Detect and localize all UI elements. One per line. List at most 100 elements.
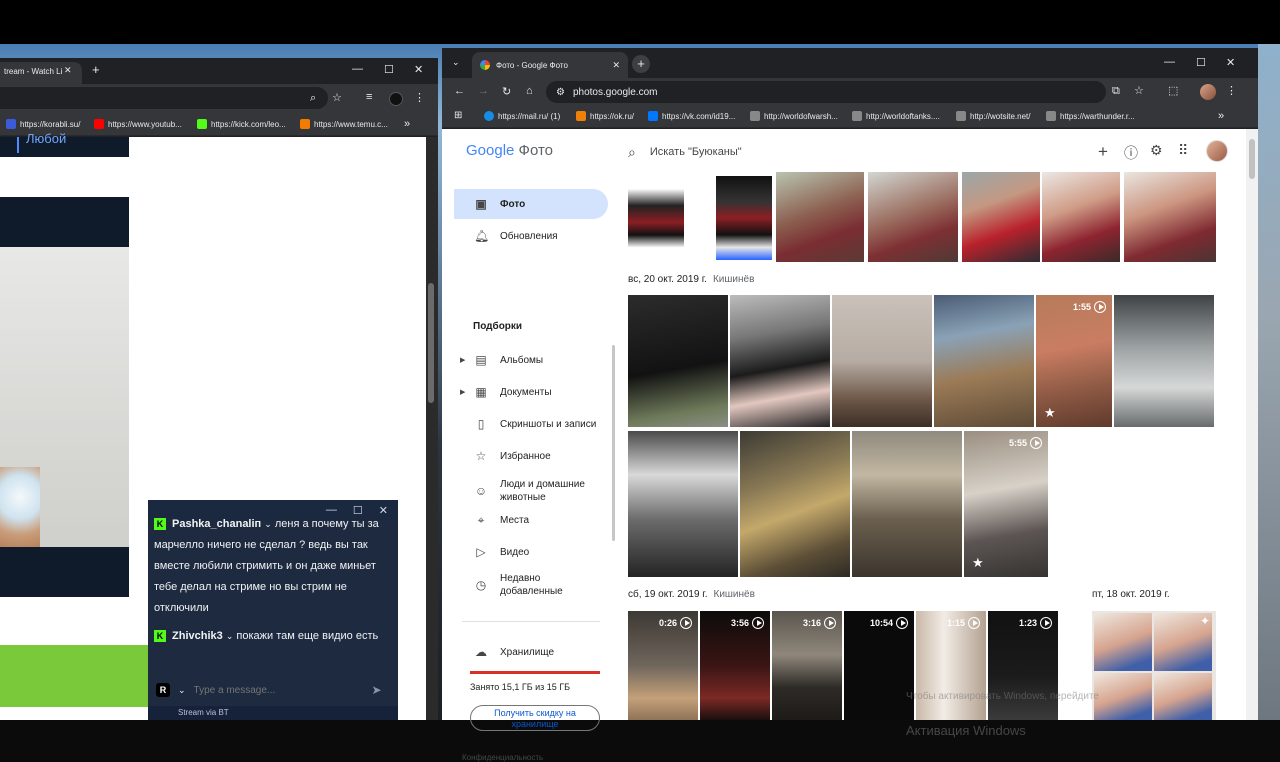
forward-icon[interactable]: → — [478, 85, 489, 97]
settings-icon[interactable]: ⚙ — [1150, 142, 1163, 159]
photo-thumbnail[interactable] — [628, 295, 728, 427]
bookmark-item[interactable]: https://kick.com/leo... — [197, 119, 286, 129]
bookmark-item[interactable]: http://worldoftanks.... — [852, 111, 940, 121]
video-thumbnail[interactable]: 1:23 — [988, 611, 1058, 720]
privacy-link[interactable]: Конфиденциальность — [462, 753, 543, 762]
zoom-icon[interactable]: ⌕ — [310, 92, 316, 105]
photo-thumbnail[interactable] — [776, 172, 864, 262]
apps-grid-icon[interactable]: ⊞ — [454, 110, 462, 121]
send-icon[interactable]: ➤ — [372, 683, 382, 697]
bookmarks-overflow-icon[interactable]: » — [1218, 110, 1224, 122]
chat-message-input[interactable] — [193, 684, 364, 696]
new-tab-icon[interactable]: + — [632, 55, 650, 73]
avatar[interactable] — [1200, 84, 1216, 100]
photo-thumbnail[interactable] — [730, 295, 830, 427]
nav-places[interactable]: ⌖ Места — [454, 505, 608, 535]
location-text[interactable]: Кишинёв — [713, 274, 754, 285]
video-thumbnail[interactable]: 10:54 — [844, 611, 914, 720]
bookmark-item[interactable]: http://worldofwarsh... — [750, 111, 838, 121]
minimize-icon[interactable]: — — [1164, 56, 1175, 68]
photos-tab[interactable]: Фото - Google Фото ✕ — [472, 52, 628, 78]
photo-thumbnail[interactable] — [1124, 172, 1216, 262]
menu-icon[interactable]: ⋮ — [1226, 84, 1237, 97]
bookmark-item[interactable]: https://ok.ru/ — [576, 111, 634, 121]
video-thumbnail[interactable]: 3:56 — [700, 611, 770, 720]
nav-albums[interactable]: ▶ ▤ Альбомы — [454, 345, 608, 375]
nav-photos[interactable]: ▣ Фото — [454, 189, 608, 219]
extensions-icon[interactable]: ⬚ — [1168, 84, 1178, 97]
tab-search-icon[interactable]: ⌄ — [452, 57, 460, 68]
collage-thumbnail[interactable]: ✦ — [1092, 611, 1216, 720]
search-icon[interactable]: ⌕ — [628, 144, 636, 161]
right-scrollbar[interactable] — [1246, 129, 1258, 720]
nav-recent[interactable]: ◷ Недавно добавленные — [454, 567, 608, 603]
photo-thumbnail[interactable] — [832, 295, 932, 427]
favorite-star-icon[interactable]: ★ — [972, 555, 984, 571]
get-discount-button[interactable]: Получить скидку на хранилище — [470, 705, 600, 731]
avatar[interactable]: R — [156, 683, 170, 697]
nav-favorites[interactable]: ☆ Избранное — [454, 441, 608, 471]
nav-videos[interactable]: ▷ Видео — [454, 537, 608, 567]
photo-thumbnail[interactable] — [1114, 295, 1214, 427]
photo-thumbnail[interactable] — [716, 176, 772, 260]
close-icon[interactable]: ✕ — [612, 60, 620, 71]
bookmark-item[interactable]: https://mail.ru/ (1) — [484, 111, 560, 121]
new-tab-icon[interactable]: + — [92, 62, 100, 77]
bookmark-item[interactable]: http://wotsite.net/ — [956, 111, 1030, 121]
nav-storage[interactable]: ☁ Хранилище — [454, 637, 608, 667]
window-close-icon[interactable]: ✕ — [414, 63, 423, 76]
cast-icon[interactable]: ⧉ — [1112, 85, 1120, 98]
minimize-icon[interactable]: — — [352, 63, 363, 75]
video-thumbnail[interactable]: 3:16 — [772, 611, 842, 720]
location-text[interactable]: Кишинёв — [714, 589, 755, 600]
bookmark-item[interactable]: https://korabli.su/ — [6, 119, 80, 129]
site-info-icon[interactable]: ⚙ — [556, 87, 565, 98]
address-bar[interactable]: ⚙ photos.google.com — [546, 81, 1106, 103]
chevron-down-icon[interactable]: ⌄ — [178, 685, 186, 696]
photo-thumbnail[interactable] — [868, 172, 958, 262]
search-bar[interactable]: ⌕ Искать "Буюканы" — [622, 137, 1022, 167]
favorite-star-icon[interactable]: ★ — [1044, 405, 1056, 421]
stream-video[interactable] — [0, 247, 129, 547]
photo-thumbnail[interactable] — [628, 172, 684, 256]
reload-icon[interactable]: ↻ — [502, 85, 511, 98]
photo-thumbnail[interactable] — [962, 172, 1040, 262]
back-icon[interactable]: ← — [454, 85, 465, 97]
right-scrollbar-thumb[interactable] — [1249, 139, 1255, 179]
maximize-icon[interactable]: ☐ — [1196, 56, 1206, 69]
home-icon[interactable]: ⌂ — [526, 85, 533, 97]
bookmark-item[interactable]: https://warthunder.r... — [1046, 111, 1135, 121]
video-thumbnail[interactable]: 1:15 — [916, 611, 986, 720]
nav-documents[interactable]: ▶ ▦ Документы — [454, 377, 608, 407]
photo-thumbnail[interactable] — [740, 431, 850, 577]
nav-screenshots[interactable]: ▯ Скриншоты и записи — [454, 409, 608, 439]
left-scrollbar-thumb[interactable] — [428, 283, 434, 403]
maximize-icon[interactable]: ☐ — [384, 63, 394, 76]
video-thumbnail[interactable]: 1:55 ★ — [1036, 295, 1112, 427]
video-thumbnail[interactable]: 0:26 — [628, 611, 698, 720]
nav-people[interactable]: ☺ Люди и домашние животные — [454, 473, 608, 509]
left-scrollbar[interactable] — [426, 137, 438, 720]
chevron-down-icon[interactable]: ⌄ — [226, 631, 234, 641]
bookmark-star-icon[interactable]: ☆ — [1134, 84, 1144, 97]
chat-username[interactable]: Zhivchik3 — [172, 630, 223, 642]
extension-icon[interactable] — [389, 92, 403, 106]
bookmark-star-icon[interactable]: ☆ — [332, 91, 342, 104]
left-omnibox[interactable] — [0, 87, 328, 109]
video-thumbnail[interactable]: 5:55 ★ — [964, 431, 1048, 577]
chat-username[interactable]: Pashka_chanaliп — [172, 518, 261, 530]
photo-thumbnail[interactable] — [934, 295, 1034, 427]
photo-thumbnail[interactable] — [1042, 172, 1120, 262]
bookmark-item[interactable]: https://vk.com/id19... — [648, 111, 735, 121]
media-icon[interactable]: ≡ — [366, 91, 372, 103]
window-close-icon[interactable]: ✕ — [1226, 56, 1235, 69]
nav-updates[interactable]: 🔔︎ Обновления — [454, 221, 608, 251]
bookmarks-overflow-icon[interactable]: » — [404, 118, 410, 130]
bookmark-item[interactable]: https://www.youtub... — [94, 119, 182, 129]
caret-right-icon[interactable]: ▶ — [460, 388, 465, 396]
avatar[interactable] — [1206, 140, 1228, 162]
bookmark-item[interactable]: https://www.temu.c... — [300, 119, 388, 129]
close-icon[interactable]: ✕ — [64, 65, 72, 76]
sidebar-scrollbar[interactable] — [612, 345, 615, 541]
caret-right-icon[interactable]: ▶ — [460, 356, 465, 364]
